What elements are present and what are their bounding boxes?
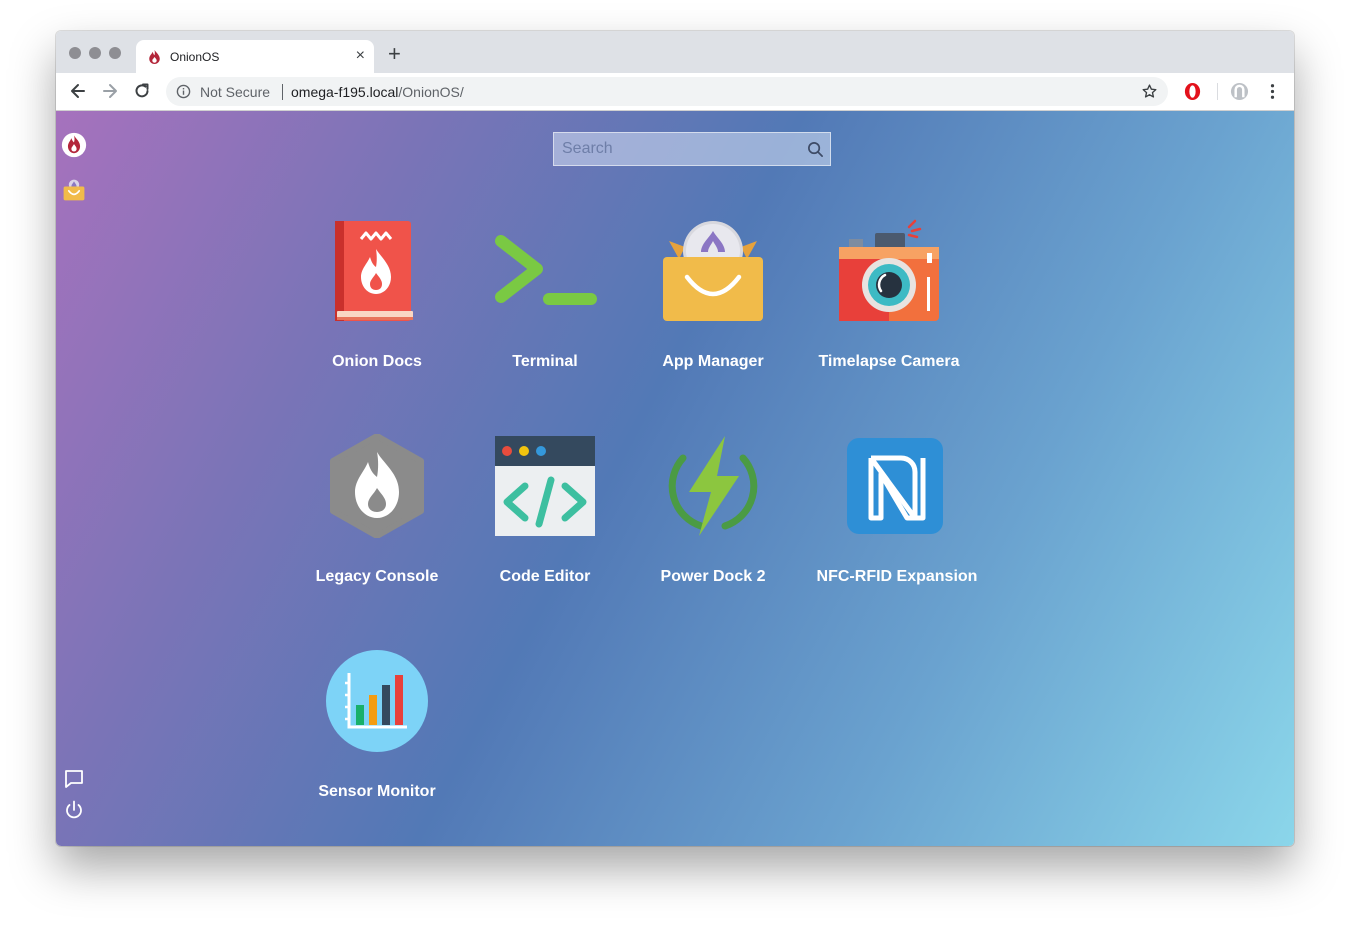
terminal-icon [495,235,597,305]
app-nfc-rfid-expansion[interactable]: NFC-RFID Expansion [807,434,987,614]
new-tab-button[interactable]: + [388,43,401,65]
app-manager-icon [663,221,763,321]
reload-icon[interactable] [132,81,152,101]
app-label: Timelapse Camera [818,353,960,370]
app-sensor-monitor[interactable]: Sensor Monitor [287,649,467,829]
app-app-manager[interactable]: App Manager [623,219,803,399]
profile-avatar-icon[interactable] [1230,82,1249,101]
bookmark-star-icon[interactable] [1141,83,1158,100]
app-label: Sensor Monitor [318,783,436,800]
app-legacy-console[interactable]: Legacy Console [287,434,467,614]
minimize-window-button[interactable] [89,47,101,59]
power-icon[interactable] [63,799,85,821]
onionos-desktop: Onion Docs Terminal App Manager [56,111,1294,846]
chat-icon[interactable] [63,768,85,790]
onion-favicon-icon [149,50,160,64]
app-timelapse-camera[interactable]: Timelapse Camera [799,219,979,399]
back-arrow-icon[interactable] [68,81,88,101]
tab-strip: OnionOS × + [56,31,1294,73]
tab-title: OnionOS [170,50,220,64]
search-icon[interactable] [807,141,824,158]
app-label: Terminal [512,353,578,370]
maximize-window-button[interactable] [109,47,121,59]
toolbar-divider [1217,83,1218,100]
browser-window: OnionOS × + Not Secure omega-f195.local/… [56,31,1294,846]
menu-kebab-icon[interactable] [1263,82,1282,101]
app-power-dock-2[interactable]: Power Dock 2 [623,434,803,614]
app-code-editor[interactable]: Code Editor [455,434,635,614]
code-editor-icon [495,436,595,536]
tab-close-icon[interactable]: × [356,47,365,65]
nfc-icon [847,438,943,534]
app-label: Power Dock 2 [660,568,766,585]
app-label: NFC-RFID Expansion [816,568,978,585]
app-label: Legacy Console [315,568,439,585]
url-host: omega-f195.local [291,84,399,100]
search-input[interactable] [554,133,802,165]
address-bar[interactable]: Not Secure omega-f195.local/OnionOS/ [166,77,1168,106]
app-label: Code Editor [499,568,591,585]
opera-extension-icon[interactable] [1183,82,1202,101]
close-window-button[interactable] [69,47,81,59]
onion-docs-icon [335,221,413,321]
app-terminal[interactable]: Terminal [455,219,635,399]
address-divider [282,84,283,100]
timelapse-camera-icon [839,219,939,321]
security-label: Not Secure [200,84,271,100]
url-path: /OnionOS/ [398,84,464,100]
browser-toolbar: Not Secure omega-f195.local/OnionOS/ [56,73,1294,111]
sensor-monitor-icon [326,650,428,752]
app-onion-docs[interactable]: Onion Docs [287,219,467,399]
legacy-console-icon [330,434,424,538]
app-label: Onion Docs [332,353,422,370]
search-box [553,132,831,166]
power-dock-icon [668,436,758,536]
app-manager-bag-icon[interactable] [61,177,87,203]
info-icon[interactable] [176,84,191,99]
forward-arrow-icon[interactable] [100,81,120,101]
url-text: omega-f195.local/OnionOS/ [291,84,464,100]
tab-onionos[interactable]: OnionOS × [136,40,374,73]
onion-logo-icon[interactable] [61,132,87,158]
app-label: App Manager [662,353,764,370]
